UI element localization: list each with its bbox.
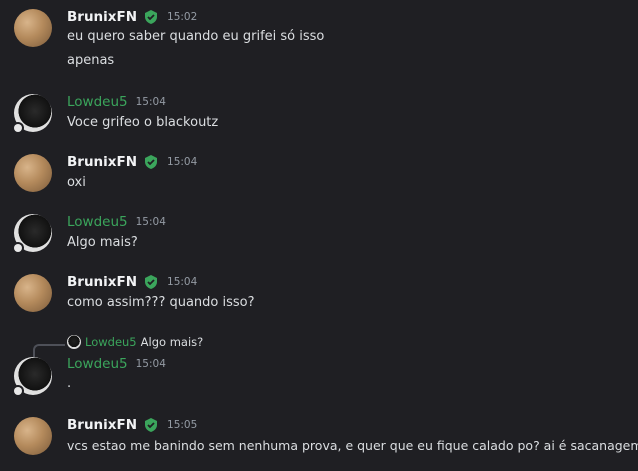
username[interactable]: Lowdeu5	[67, 94, 128, 110]
username[interactable]: BrunixFN	[67, 417, 137, 433]
message-header: BrunixFN 15:02	[67, 9, 197, 25]
timestamp: 15:02	[167, 11, 198, 23]
avatar[interactable]	[12, 214, 52, 254]
avatar[interactable]	[14, 9, 52, 47]
message-text: vcs estao me banindo sem nenhuma prova, …	[67, 438, 638, 453]
reply-connector	[33, 344, 65, 358]
reply-preview[interactable]: Lowdeu5 Algo mais?	[67, 335, 203, 349]
avatar[interactable]	[14, 417, 52, 455]
shield-badge-icon[interactable]	[143, 417, 159, 433]
reply-avatar	[67, 335, 81, 349]
timestamp: 15:04	[135, 96, 166, 108]
message-header: BrunixFN 15:05	[67, 417, 197, 433]
mobile-status-icon	[12, 242, 24, 254]
username[interactable]: Lowdeu5	[67, 356, 128, 372]
message-header: Lowdeu5 15:04	[67, 214, 166, 230]
shield-badge-icon[interactable]	[143, 154, 159, 170]
mobile-status-icon	[12, 385, 24, 397]
message-text: Voce grifeo o blackoutz	[67, 115, 219, 130]
timestamp: 15:05	[167, 419, 198, 431]
message-text: .	[67, 376, 72, 391]
username[interactable]: Lowdeu5	[67, 214, 128, 230]
username[interactable]: BrunixFN	[67, 9, 137, 25]
avatar[interactable]	[12, 94, 52, 134]
timestamp: 15:04	[135, 358, 166, 370]
timestamp: 15:04	[135, 216, 166, 228]
avatar[interactable]	[12, 357, 52, 397]
message-text: Algo mais?	[67, 235, 138, 250]
message-text: eu quero saber quando eu grifei só isso	[67, 29, 325, 44]
message-text: como assim??? quando isso?	[67, 295, 255, 310]
timestamp: 15:04	[167, 276, 198, 288]
mobile-status-icon	[12, 122, 24, 134]
shield-badge-icon[interactable]	[143, 274, 159, 290]
avatar[interactable]	[14, 154, 52, 192]
timestamp: 15:04	[167, 156, 198, 168]
username[interactable]: BrunixFN	[67, 274, 137, 290]
shield-badge-icon[interactable]	[143, 9, 159, 25]
message-header: BrunixFN 15:04	[67, 274, 197, 290]
message-header: Lowdeu5 15:04	[67, 94, 166, 110]
chat-log: BrunixFN 15:02 eu quero saber quando eu …	[0, 0, 638, 471]
message-text: oxi	[67, 175, 86, 190]
message-text: apenas	[67, 53, 115, 68]
avatar[interactable]	[14, 274, 52, 312]
reply-username[interactable]: Lowdeu5	[85, 335, 137, 349]
message-header: BrunixFN 15:04	[67, 154, 197, 170]
username[interactable]: BrunixFN	[67, 154, 137, 170]
message-header: Lowdeu5 15:04	[67, 356, 166, 372]
reply-text[interactable]: Algo mais?	[141, 335, 204, 349]
